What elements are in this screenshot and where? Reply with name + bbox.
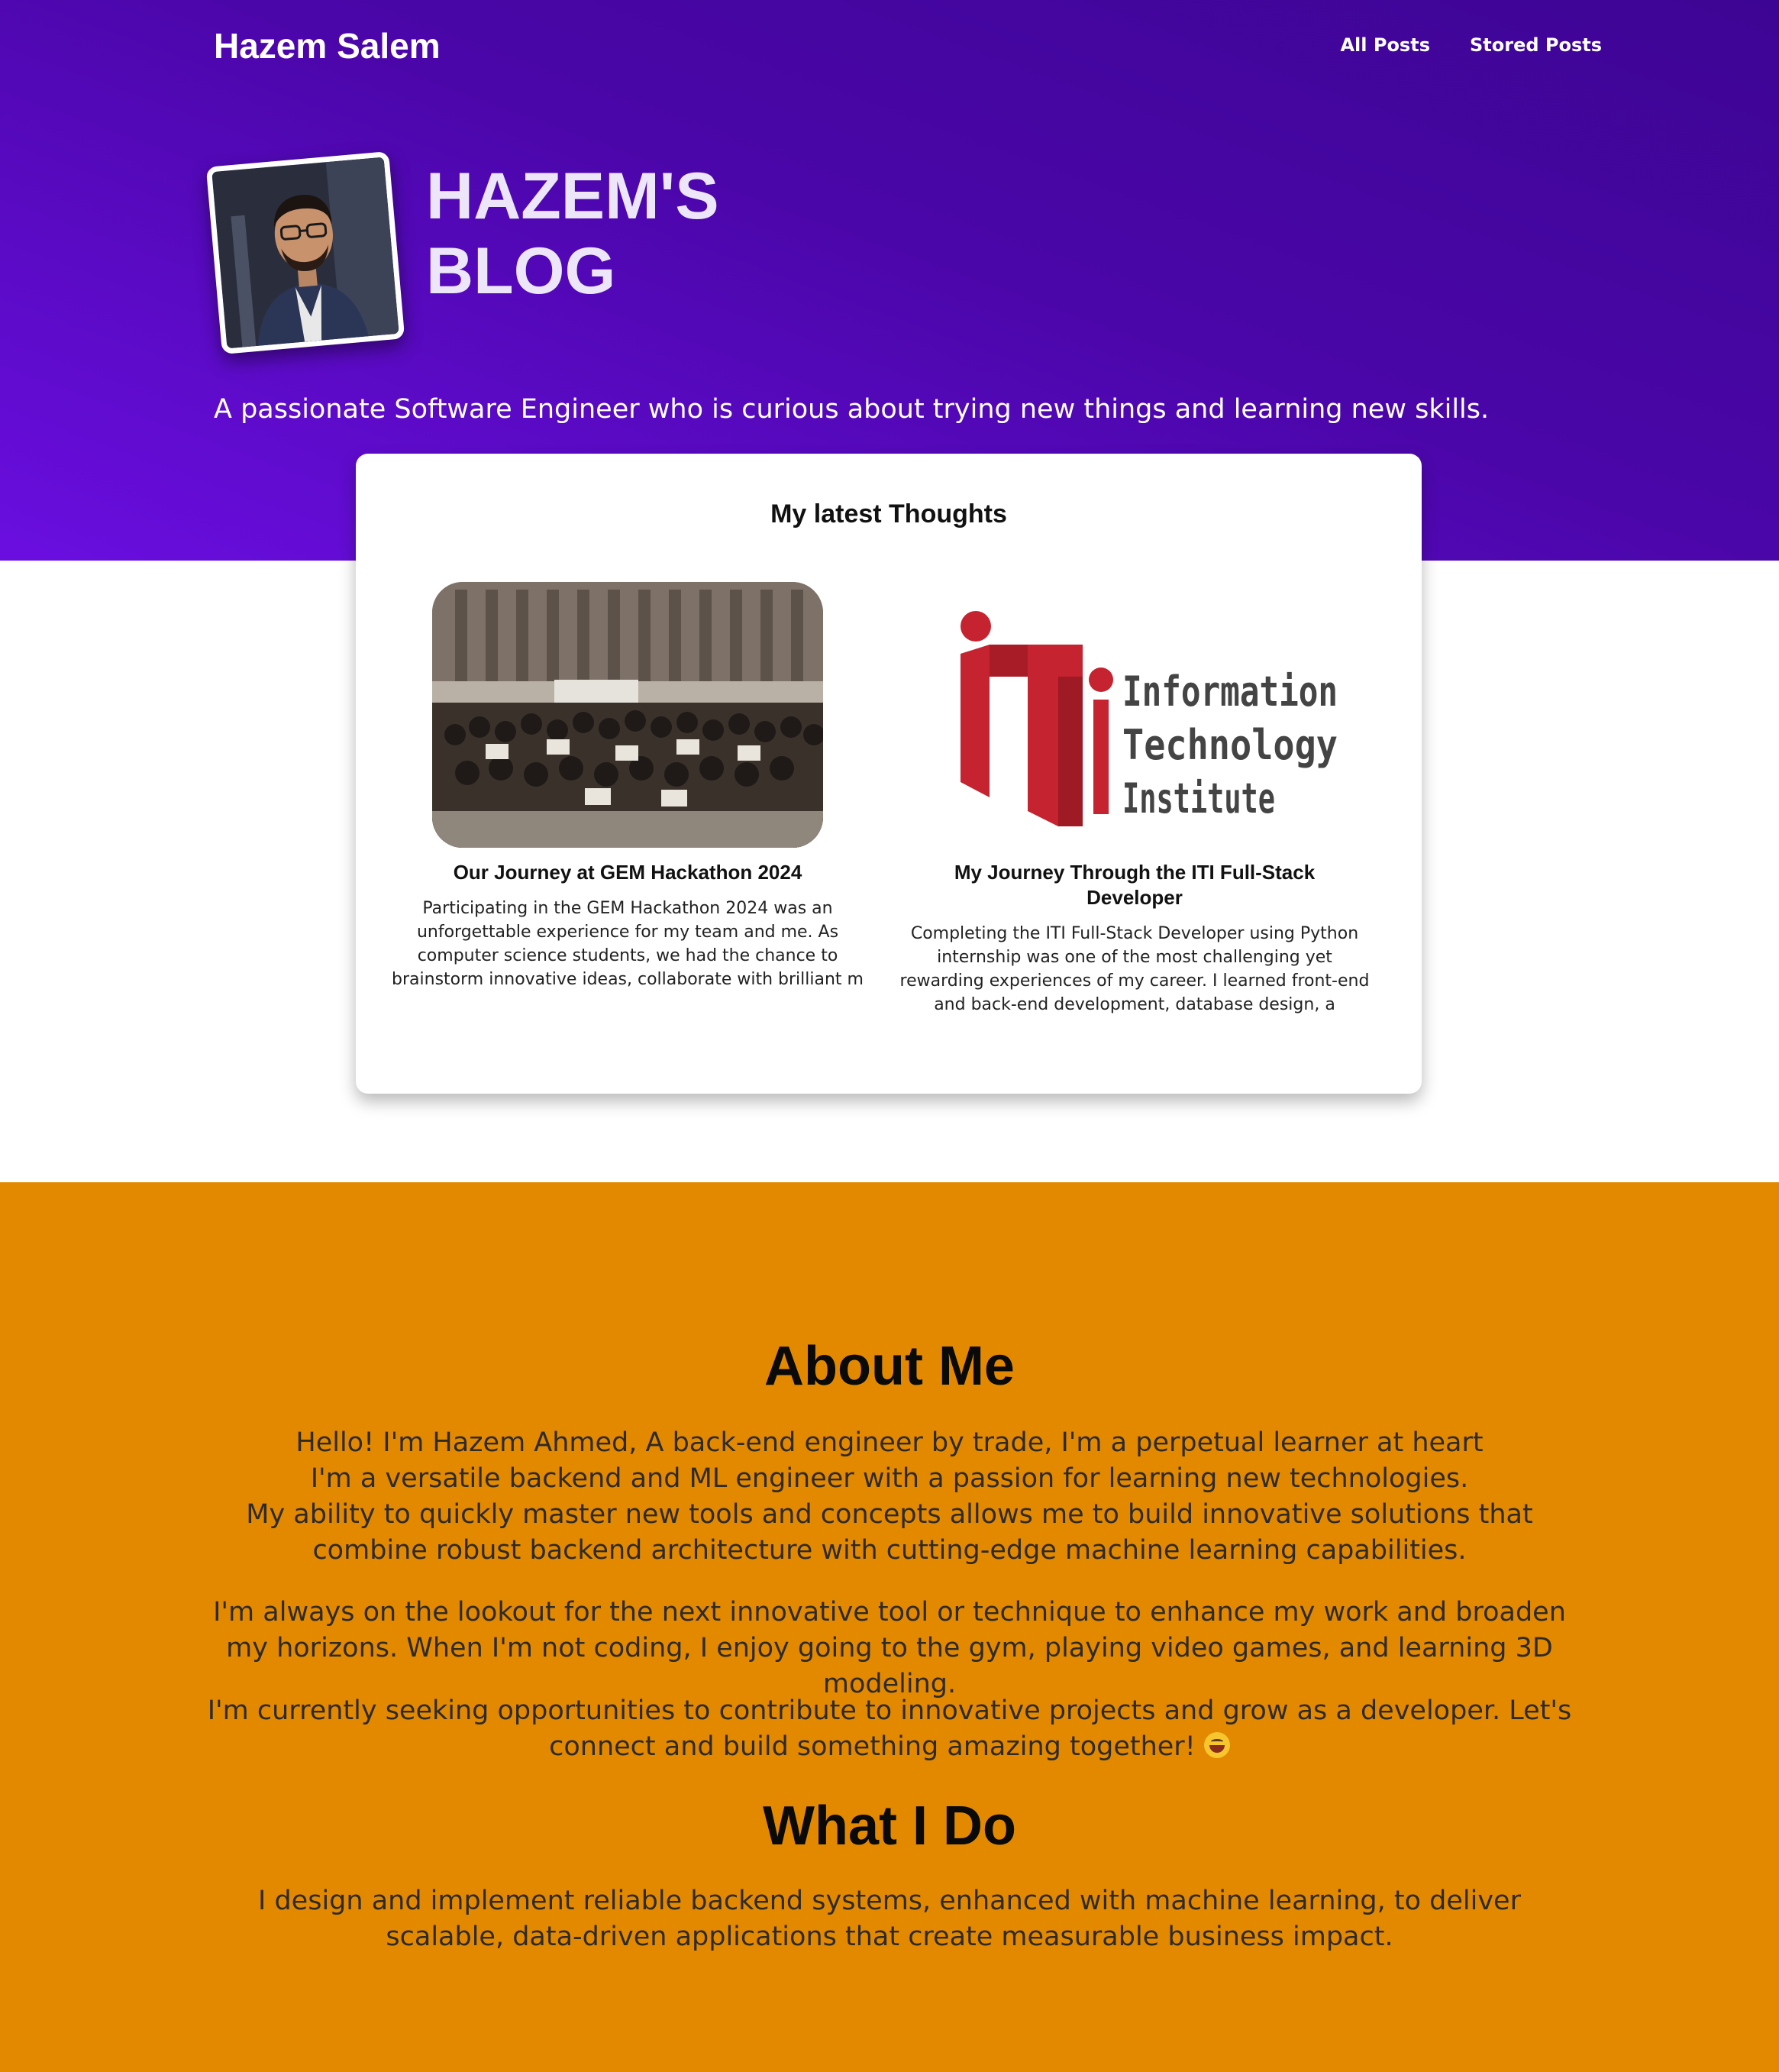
- post-title[interactable]: My Journey Through the ITI Full-Stack De…: [898, 860, 1371, 910]
- about-paragraph-2: I'm always on the lookout for the next i…: [213, 1597, 1566, 1699]
- post-card[interactable]: Information Technology Institute My Jour…: [898, 582, 1371, 1017]
- about-line-3: My ability to quickly master new tools a…: [246, 1499, 1533, 1566]
- hero-title-line1: HAZEM'S: [426, 160, 719, 233]
- group-photo-image: [432, 582, 823, 848]
- nav-all-posts[interactable]: All Posts: [1340, 32, 1430, 58]
- hero-title-line2: BLOG: [426, 234, 616, 308]
- about-paragraph-3: I'm currently seeking opportunities to c…: [202, 1693, 1577, 1765]
- post-card[interactable]: Our Journey at GEM Hackathon 2024 Partic…: [391, 582, 864, 991]
- post-excerpt: Completing the ITI Full-Stack Developer …: [899, 924, 1370, 1014]
- smiling-face-with-tongue-icon: [1203, 1732, 1230, 1758]
- hero-tagline: A passionate Software Engineer who is cu…: [214, 394, 1490, 425]
- main-nav: All Posts Stored Posts: [1340, 32, 1602, 58]
- latest-thoughts-card: My latest Thoughts Our Journey at GEM Ha…: [356, 454, 1422, 1094]
- what-i-do-title: What I Do: [763, 1796, 1016, 1857]
- about-line-1: Hello! I'm Hazem Ahmed, A back-end engin…: [295, 1427, 1484, 1458]
- avatar: [205, 151, 405, 354]
- post-title[interactable]: Our Journey at GEM Hackathon 2024: [391, 860, 864, 885]
- about-section: About Me Hello! I'm Hazem Ahmed, A back-…: [0, 1182, 1779, 2072]
- profile-photo: [211, 157, 399, 349]
- nav-stored-posts[interactable]: Stored Posts: [1470, 32, 1602, 58]
- iti-logo: Information Technology Institute: [961, 611, 1338, 826]
- what-i-do-text: I design and implement reliable backend …: [258, 1886, 1521, 1952]
- hero-title: HAZEM'S BLOG: [426, 159, 884, 309]
- iti-logo-line3: Institute: [1122, 774, 1275, 823]
- site-brand[interactable]: Hazem Salem: [214, 21, 441, 70]
- latest-thoughts-title: My latest Thoughts: [770, 499, 1007, 529]
- iti-logo-line1: Information: [1122, 668, 1338, 716]
- about-paragraph-3-text: I'm currently seeking opportunities to c…: [207, 1695, 1572, 1762]
- post-excerpt: Participating in the GEM Hackathon 2024 …: [392, 899, 864, 989]
- about-title: About Me: [764, 1336, 1015, 1397]
- about-line-2: I'm a versatile backend and ML engineer …: [310, 1463, 1469, 1494]
- about-paragraph-1: Hello! I'm Hazem Ahmed, A back-end engin…: [202, 1425, 1577, 1569]
- post-image-iti[interactable]: Information Technology Institute: [913, 582, 1356, 848]
- post-image-hackathon[interactable]: [432, 582, 823, 848]
- iti-logo-line2: Technology: [1122, 721, 1338, 769]
